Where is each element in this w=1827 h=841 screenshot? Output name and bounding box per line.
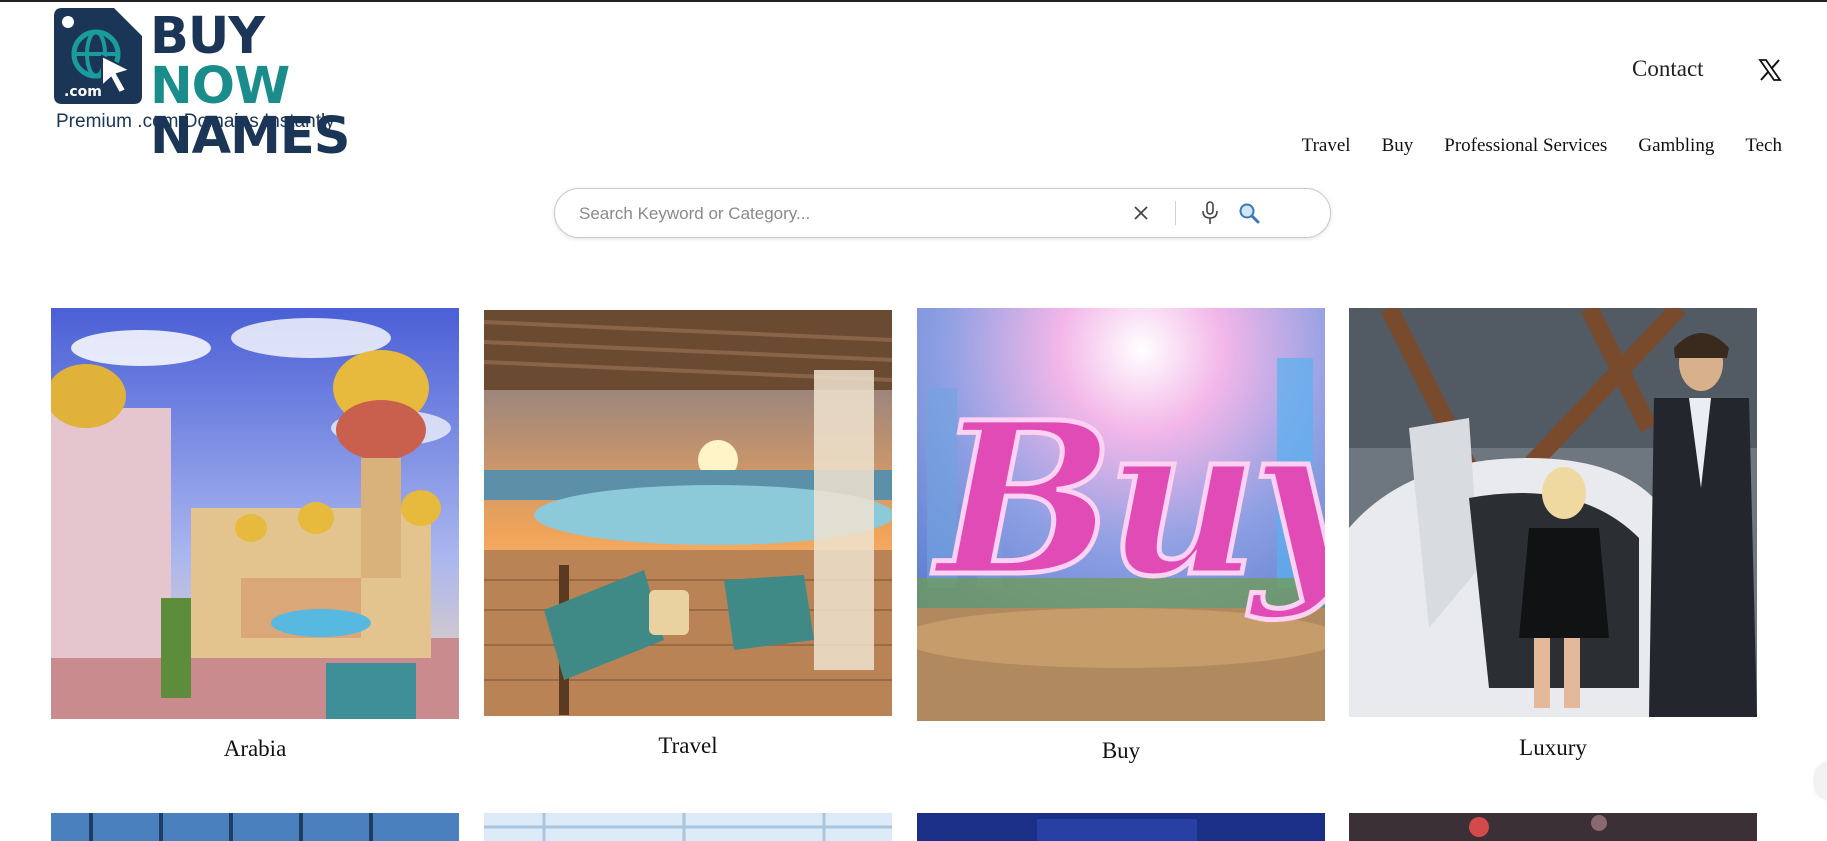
- card-image-luxury: [1349, 308, 1757, 717]
- close-icon[interactable]: [1132, 204, 1150, 222]
- category-card-row2-4[interactable]: [1349, 813, 1757, 841]
- floating-chat-button[interactable]: [1815, 763, 1827, 799]
- nav-item-gambling[interactable]: Gambling: [1638, 135, 1714, 157]
- logo-wordmark: BUY NOW NAMES: [150, 11, 414, 162]
- nav-item-travel[interactable]: Travel: [1302, 135, 1351, 157]
- svg-text:Buy: Buy: [932, 376, 1325, 623]
- card-image-arabia: [51, 308, 459, 719]
- card-label-arabia: Arabia: [223, 736, 287, 761]
- site-logo[interactable]: .com BUY NOW NAMES Premium .com Domains …: [54, 8, 414, 162]
- logo-tagline: Premium .com Domains Instantly: [56, 111, 335, 132]
- x-twitter-icon[interactable]: [1758, 58, 1782, 82]
- category-card-row2-1[interactable]: [51, 813, 459, 841]
- card-label-luxury: Luxury: [1519, 735, 1587, 760]
- card-image-travel: [484, 310, 892, 716]
- card-image-row2-4: [1349, 813, 1757, 841]
- category-card-row2-3[interactable]: [917, 813, 1325, 841]
- category-card-luxury[interactable]: Luxury: [1349, 308, 1757, 768]
- category-nav: Travel Buy Professional Services Gamblin…: [1302, 135, 1782, 157]
- svg-text:.com: .com: [64, 84, 102, 100]
- nav-item-buy[interactable]: Buy: [1382, 135, 1414, 157]
- card-image-row2-1: [51, 813, 459, 841]
- category-card-buy[interactable]: Buy Buy: [917, 308, 1325, 770]
- category-card-travel[interactable]: Travel: [484, 310, 892, 765]
- search-input[interactable]: [579, 199, 1099, 229]
- category-card-arabia[interactable]: Arabia: [51, 308, 459, 768]
- search-icon[interactable]: [1238, 202, 1260, 224]
- contact-link[interactable]: Contact: [1632, 56, 1704, 82]
- card-image-row2-2: [484, 813, 892, 841]
- top-border: [0, 0, 1827, 2]
- nav-item-tech[interactable]: Tech: [1745, 135, 1782, 157]
- category-card-row2-2[interactable]: [484, 813, 892, 841]
- search-divider: [1175, 201, 1176, 225]
- card-label-travel: Travel: [658, 733, 718, 758]
- card-image-row2-3: [917, 813, 1325, 841]
- logo-tag-globe-icon: .com: [54, 8, 142, 104]
- nav-item-professional-services[interactable]: Professional Services: [1444, 135, 1607, 157]
- card-image-buy: Buy: [917, 308, 1325, 721]
- card-label-buy: Buy: [1101, 738, 1141, 763]
- microphone-icon[interactable]: [1200, 200, 1220, 226]
